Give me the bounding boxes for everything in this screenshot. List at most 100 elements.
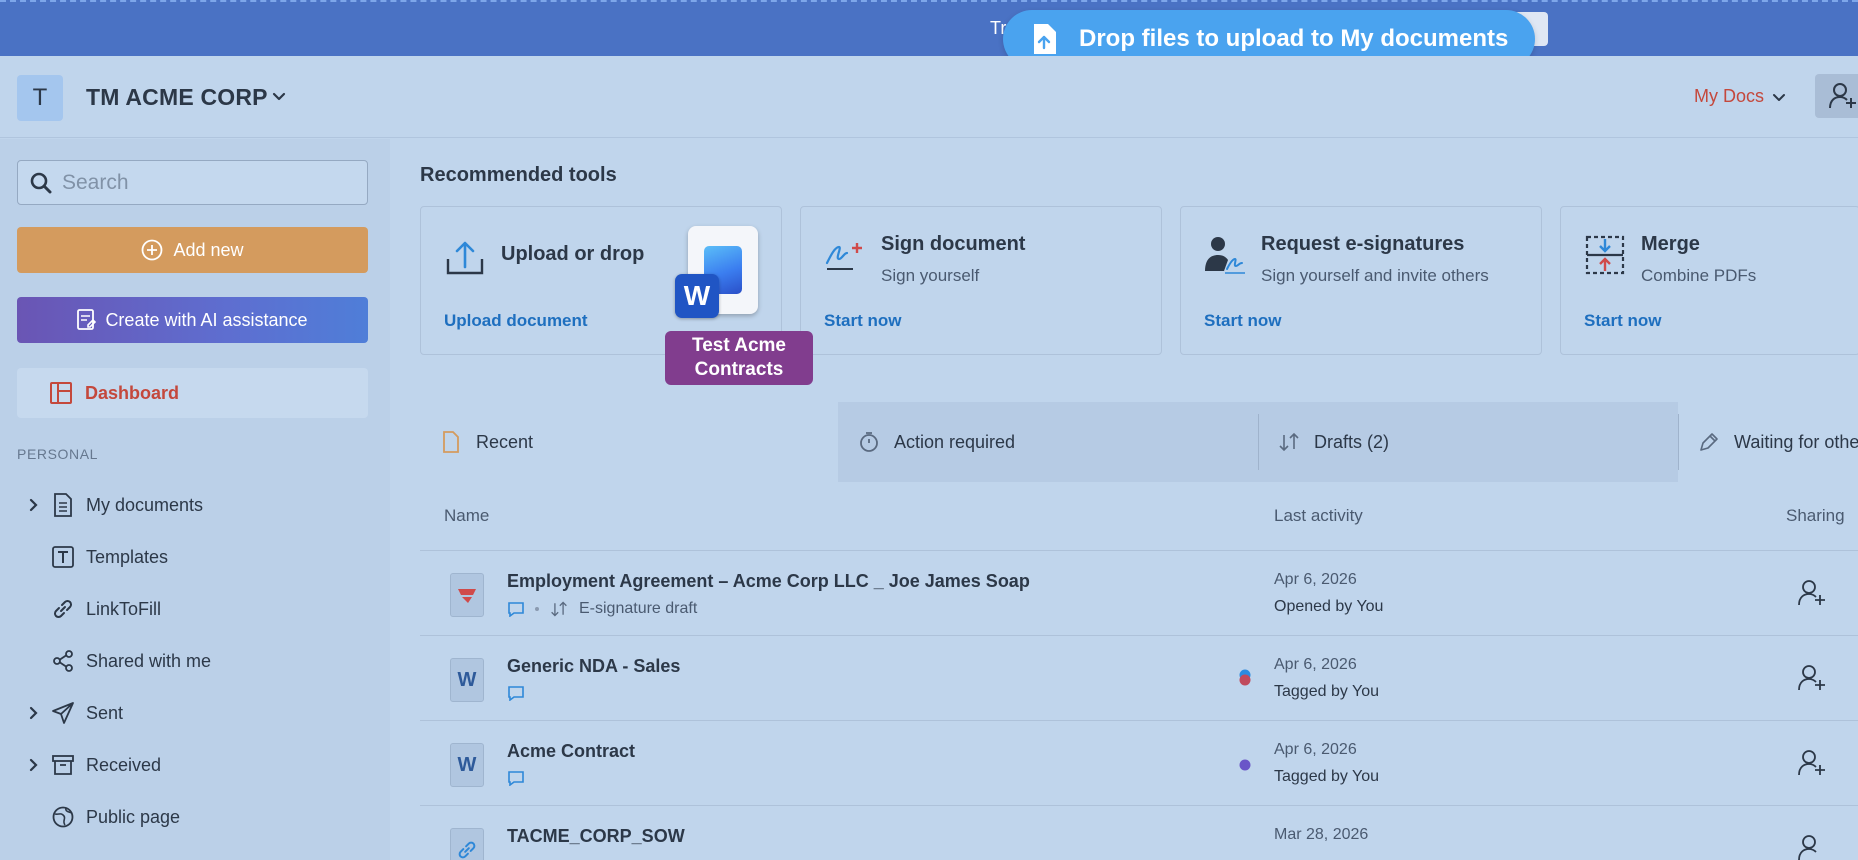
chevron-right-icon[interactable] [28,498,40,512]
chevron-down-icon [1773,93,1786,101]
add-user-icon[interactable] [1798,834,1828,860]
sidebar-item-public-page[interactable]: Public page [0,791,390,843]
nav-label: Templates [86,546,169,567]
request-start-link[interactable]: Start now [1204,311,1281,331]
template-icon [50,544,76,570]
file-upload-icon [1034,24,1056,54]
sidebar-item-received[interactable]: Received [0,739,390,791]
pdf-file-icon [450,573,484,617]
share-icon [50,648,76,674]
tool-name: Sign document [881,233,1026,255]
nav-label: Shared with me [86,650,212,671]
nav-label: My documents [86,494,204,515]
document-name[interactable]: Employment Agreement – Acme Corp LLC _ J… [507,571,1030,592]
activity-date: Apr 6, 2026 [1274,656,1357,673]
merge-icon [1585,235,1625,275]
activity-date: Apr 6, 2026 [1274,741,1357,758]
tag-dots[interactable] [1238,751,1252,779]
sidebar-item-dashboard[interactable]: Dashboard [17,368,368,418]
add-user-icon[interactable] [1798,749,1828,777]
tool-name: Request e-signatures [1261,233,1465,255]
chevron-down-icon[interactable] [271,88,287,104]
globe-icon [50,804,76,830]
tab-divider [1258,414,1259,470]
activity-date: Mar 28, 2026 [1274,826,1369,843]
tab-label: Waiting for othe [1734,431,1858,452]
table-row[interactable]: TACME_CORP_SOW Mar 28, 2026 [420,805,1858,860]
timer-icon [858,431,880,453]
recommended-tools-title: Recommended tools [420,164,617,186]
link-icon [50,596,76,622]
sidebar-item-shared-with-me[interactable]: Shared with me [0,635,390,687]
sidebar-item-linktofill[interactable]: LinkToFill [0,583,390,635]
header: T TM ACME CORP My Docs [0,56,1858,138]
org-avatar[interactable]: T [17,75,63,121]
nav-label: Received [86,754,162,775]
tool-card-request-esignatures[interactable]: Request e-signatures Sign yourself and i… [1180,206,1542,355]
drop-message: Drop files to upload to My documents [1079,25,1509,52]
document-meta [507,685,525,701]
sign-start-link[interactable]: Start now [824,311,901,331]
tool-card-merge[interactable]: Merge Combine PDFs Start now [1560,206,1858,355]
word-file-icon: W [450,743,484,787]
add-user-icon [1829,83,1856,109]
activity-text: Tagged by You [1274,768,1379,785]
tool-subtitle: Sign yourself [881,266,980,285]
tag-dots[interactable] [1238,666,1252,694]
sidebar-item-sent[interactable]: Sent [0,687,390,739]
table-row[interactable]: Employment Agreement – Acme Corp LLC _ J… [420,550,1858,635]
inbox-icon [50,752,76,778]
table-row[interactable]: W Acme Contract Apr 6, 2026 Tagged by Yo… [420,720,1858,805]
document-name[interactable]: Generic NDA - Sales [507,656,680,677]
add-new-button[interactable]: Add new [17,227,368,273]
tool-name: Merge [1641,233,1700,255]
add-user-icon[interactable] [1798,579,1828,607]
file-icon [440,431,462,453]
tab-waiting-for-others[interactable]: Waiting for othe [1678,402,1858,482]
chevron-right-icon[interactable] [28,706,40,720]
comment-icon[interactable] [507,601,525,617]
activity-text: Tagged by You [1274,683,1379,700]
tab-label: Action required [894,431,1016,452]
org-name[interactable]: TM ACME CORP [86,84,268,111]
search-input[interactable] [62,170,352,195]
invite-user-button[interactable] [1815,74,1858,118]
chevron-right-icon[interactable] [28,758,40,772]
word-badge: W [675,274,719,318]
search-icon [30,172,52,193]
merge-start-link[interactable]: Start now [1584,311,1661,331]
column-header-last-activity[interactable]: Last activity [1274,506,1363,526]
my-docs-dropdown[interactable]: My Docs [1694,86,1786,107]
tab-recent[interactable]: Recent [420,402,838,482]
ai-document-icon [77,309,97,330]
document-icon [50,492,76,518]
table-row[interactable]: W Generic NDA - Sales Apr 6, 2026 Tagged… [420,635,1858,720]
document-status: E-signature draft [579,600,698,617]
dragged-file[interactable]: W Test Acme Contracts [665,226,813,386]
comment-icon[interactable] [507,770,525,786]
separator-dot [535,607,539,611]
sort-icon [1278,431,1300,453]
add-user-icon[interactable] [1798,664,1828,692]
column-header-name[interactable]: Name [444,506,489,526]
sidebar-item-templates[interactable]: Templates [0,531,390,583]
ai-label: Create with AI assistance [105,309,308,330]
upload-icon [446,241,484,275]
document-tabs: Recent Action required Drafts (2) Waitin… [420,402,1858,482]
request-signature-icon [1205,237,1245,274]
tab-drafts[interactable]: Drafts (2) [1260,402,1678,482]
upload-document-link[interactable]: Upload document [444,311,588,331]
tool-name: Upload or drop [501,243,645,265]
create-with-ai-button[interactable]: Create with AI assistance [17,297,368,343]
top-banner: Tr [0,0,1858,56]
document-name[interactable]: Acme Contract [507,741,635,762]
document-name[interactable]: TACME_CORP_SOW [507,826,685,847]
sort-icon [551,601,567,617]
comment-icon[interactable] [507,685,525,701]
search-field[interactable] [17,160,368,205]
personal-nav: My documents Templates LinkToFill Shared… [0,479,390,843]
tool-card-sign[interactable]: Sign document Sign yourself Start now [800,206,1162,355]
sidebar-item-my-documents[interactable]: My documents [0,479,390,531]
activity-date: Apr 6, 2026 [1274,571,1357,588]
nav-label: LinkToFill [86,598,162,619]
